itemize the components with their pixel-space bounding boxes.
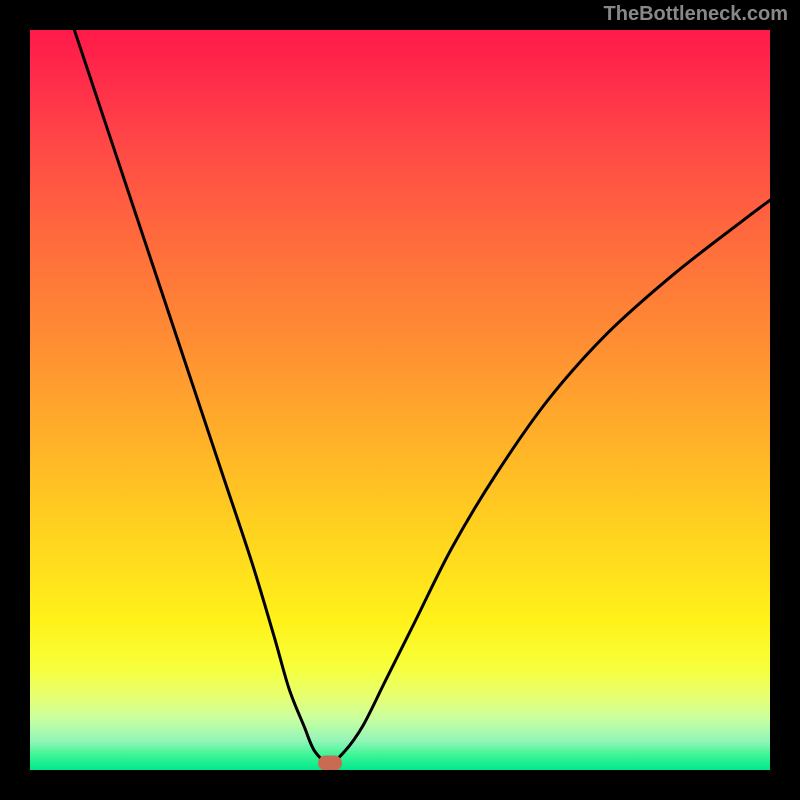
chart-container: TheBottleneck.com xyxy=(0,0,800,800)
plot-area xyxy=(30,30,770,770)
minimum-marker xyxy=(318,755,342,770)
watermark-text: TheBottleneck.com xyxy=(604,3,788,26)
curve-svg xyxy=(30,30,770,770)
bottleneck-curve xyxy=(74,30,770,763)
